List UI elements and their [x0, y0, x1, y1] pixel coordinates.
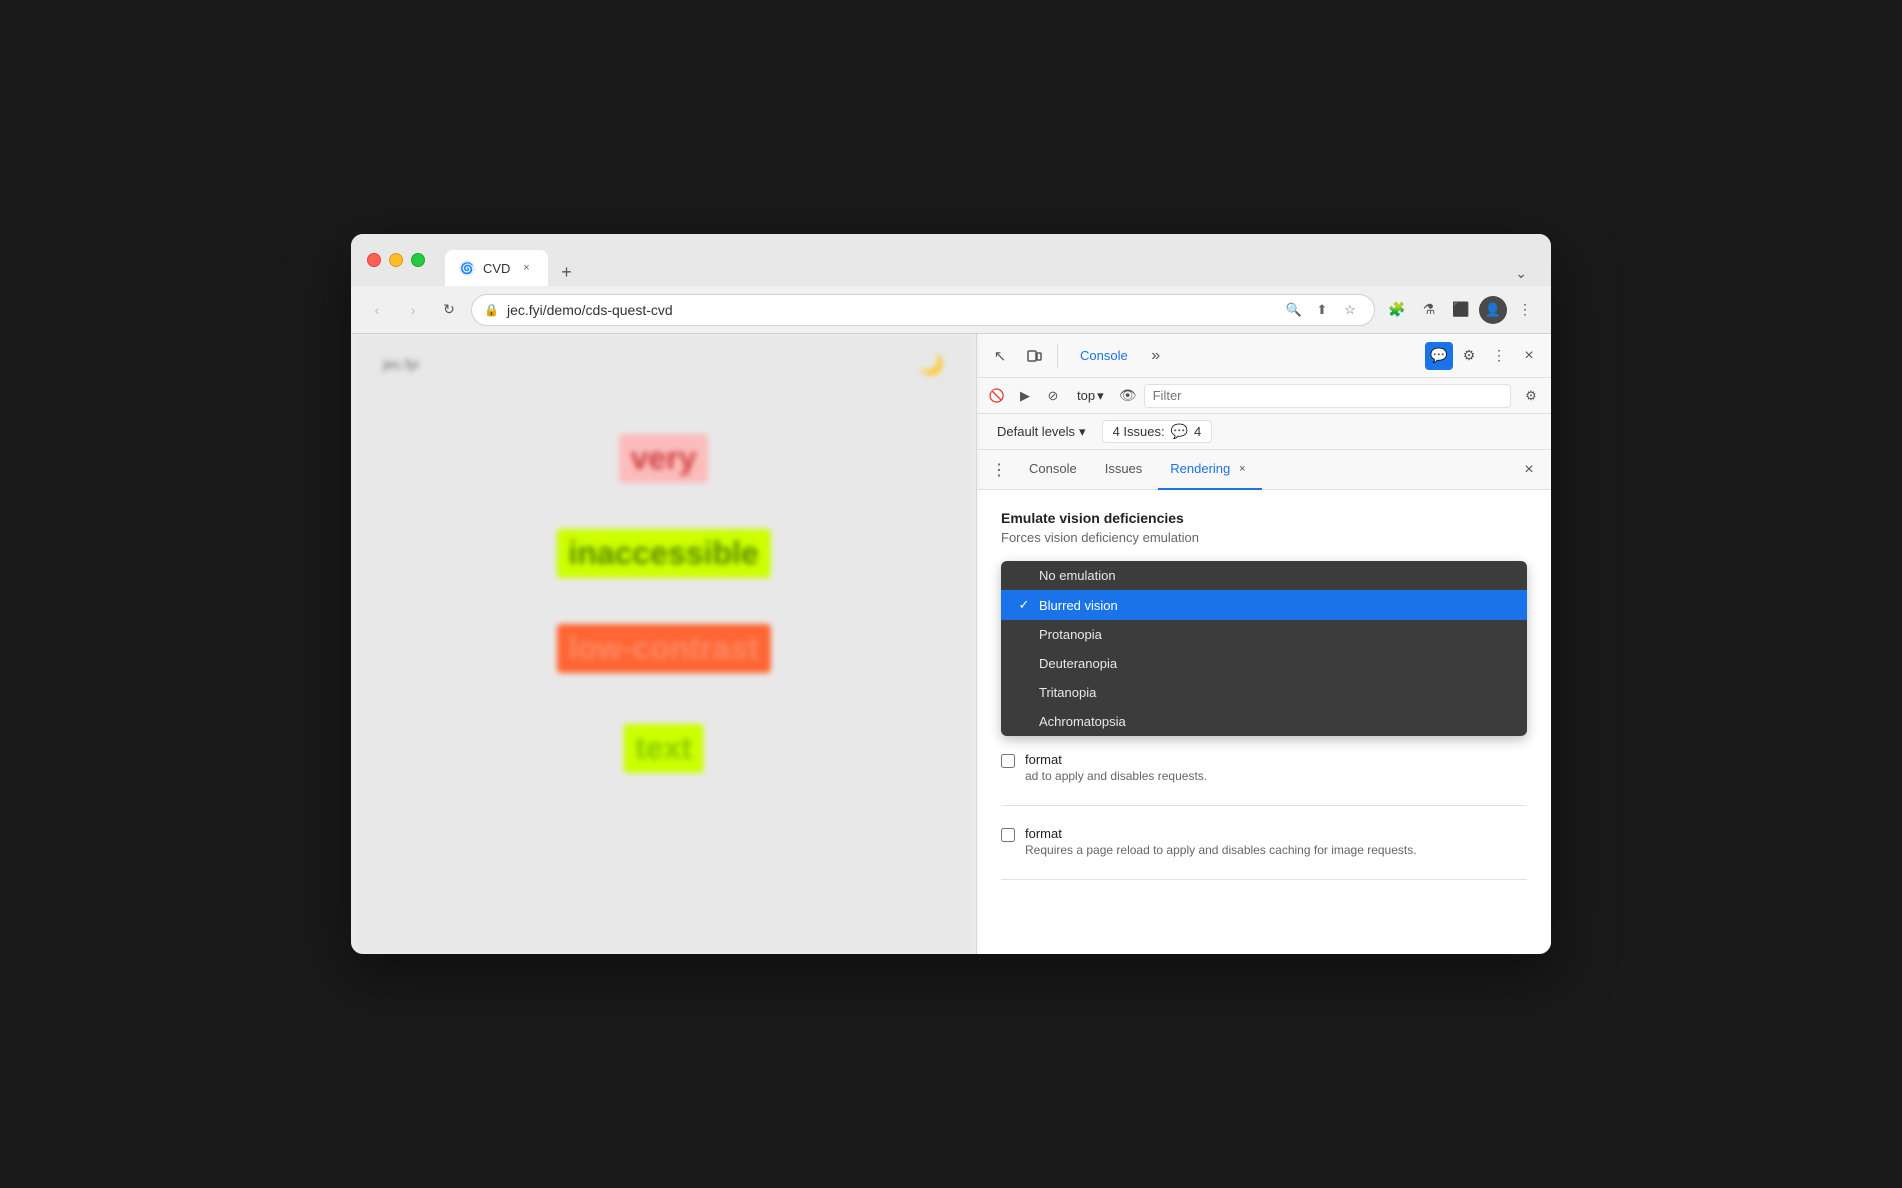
issues-bar: Default levels ▾ 4 Issues: 💬 4: [977, 414, 1551, 450]
checkbox-1-text: format ad to apply and disables requests…: [1025, 752, 1207, 785]
page-content: jec.fyi 🌙 very inaccessible low-contrast…: [351, 334, 976, 954]
issues-count-badge[interactable]: 4 Issues: 💬 4: [1102, 420, 1213, 443]
devtools-panel: ↖ Console » 💬 ⚙ ⋮: [976, 334, 1551, 954]
clear-console-button[interactable]: 🚫: [985, 384, 1009, 408]
issues-number: 4: [1194, 424, 1201, 439]
sub-tab-rendering[interactable]: Rendering ×: [1158, 450, 1262, 490]
vision-deficiencies-title: Emulate vision deficiencies: [1001, 510, 1527, 526]
sub-tabs-bar: ⋮ Console Issues Rendering × ×: [977, 450, 1551, 490]
toolbar-separator: [1057, 344, 1058, 368]
nav-right-buttons: 🧩 ⚗ ⬛ 👤 ⋮: [1383, 296, 1539, 324]
browser-window: 🌀 CVD × + ⌄ ‹ › ↻ 🔒 jec.fyi/demo/cds-que…: [351, 234, 1551, 954]
tab-close-button[interactable]: ×: [518, 260, 534, 276]
more-tabs-button[interactable]: »: [1142, 342, 1170, 370]
dropdown-option-blurred-vision[interactable]: ✓ Blurred vision: [1001, 590, 1527, 620]
eye-button[interactable]: 👁: [1116, 384, 1140, 408]
checkbox-2-text: format Requires a page reload to apply a…: [1025, 826, 1417, 859]
title-bar: 🌀 CVD × + ⌄: [351, 234, 1551, 286]
dropdown-option-protanopia[interactable]: Protanopia: [1001, 620, 1527, 649]
top-context-select[interactable]: top ▾: [1069, 386, 1112, 406]
traffic-lights: [367, 253, 425, 267]
new-tab-button[interactable]: +: [552, 258, 580, 286]
navigation-bar: ‹ › ↻ 🔒 jec.fyi/demo/cds-quest-cvd 🔍 ⬆ ☆…: [351, 286, 1551, 334]
message-button[interactable]: 💬: [1425, 342, 1453, 370]
checkbox-row-2: format Requires a page reload to apply a…: [1001, 826, 1527, 859]
inspect-element-button[interactable]: ↖: [985, 341, 1015, 371]
devtools-main-tabs: Console »: [1066, 342, 1421, 370]
split-view-icon[interactable]: ⬛: [1447, 296, 1475, 324]
sub-tab-issues[interactable]: Issues: [1093, 450, 1155, 490]
checkbox-2-desc: Requires a page reload to apply and disa…: [1025, 841, 1417, 859]
lock-icon: 🔒: [484, 303, 499, 317]
moon-icon: 🌙: [919, 352, 944, 377]
sub-tab-console[interactable]: Console: [1017, 450, 1089, 490]
top-dropdown-arrow: ▾: [1097, 388, 1104, 404]
top-context-label: top: [1077, 388, 1095, 403]
dropdown-option-tritanopia[interactable]: Tritanopia: [1001, 678, 1527, 707]
issues-icon: 💬: [1171, 423, 1188, 440]
address-actions: 🔍 ⬆ ☆: [1282, 298, 1362, 322]
checkbox-2-label: format: [1025, 826, 1417, 841]
run-button[interactable]: ▶: [1013, 384, 1037, 408]
device-toggle-button[interactable]: [1019, 341, 1049, 371]
settings-button[interactable]: ⚙: [1455, 342, 1483, 370]
text-inaccessible: inaccessible: [556, 529, 770, 578]
checkbox-1-label: format: [1025, 752, 1207, 767]
devtools-toolbar: ↖ Console » 💬 ⚙ ⋮: [977, 334, 1551, 378]
dropdown-option-deuteranopia[interactable]: Deuteranopia: [1001, 649, 1527, 678]
extensions-icon[interactable]: 🧩: [1383, 296, 1411, 324]
text-low-contrast: low-contrast: [556, 624, 770, 673]
search-icon[interactable]: 🔍: [1282, 298, 1306, 322]
checkbox-1[interactable]: [1001, 754, 1015, 768]
sub-tabs-close-button[interactable]: ×: [1515, 456, 1543, 484]
rendering-tab-close[interactable]: ×: [1234, 461, 1250, 477]
default-levels-button[interactable]: Default levels ▾: [989, 422, 1094, 442]
checkbox-section-1: format ad to apply and disables requests…: [1001, 752, 1527, 806]
dropdown-option-achromatopsia[interactable]: Achromatopsia: [1001, 707, 1527, 736]
vision-deficiencies-desc: Forces vision deficiency emulation: [1001, 530, 1527, 545]
minimize-traffic-light[interactable]: [389, 253, 403, 267]
lab-icon[interactable]: ⚗: [1415, 296, 1443, 324]
bookmark-icon[interactable]: ☆: [1338, 298, 1362, 322]
vision-dropdown-open: No emulation ✓ Blurred vision Protanopia: [1001, 561, 1527, 736]
close-traffic-light[interactable]: [367, 253, 381, 267]
share-icon[interactable]: ⬆: [1310, 298, 1334, 322]
checkbox-1-desc: ad to apply and disables requests.: [1025, 767, 1207, 785]
devtools-close-button[interactable]: ×: [1515, 342, 1543, 370]
console-toolbar: 🚫 ▶ ⊘ top ▾ 👁 ⚙: [977, 378, 1551, 414]
rendering-content: Emulate vision deficiencies Forces visio…: [977, 490, 1551, 954]
menu-icon[interactable]: ⋮: [1511, 296, 1539, 324]
forward-button[interactable]: ›: [399, 296, 427, 324]
console-tab[interactable]: Console: [1066, 342, 1142, 369]
page-logo: jec.fyi: [383, 356, 419, 372]
device-icon: [1026, 348, 1042, 364]
tab-menu-button[interactable]: ⌄: [1507, 261, 1535, 286]
profile-button[interactable]: 👤: [1479, 296, 1507, 324]
main-area: jec.fyi 🌙 very inaccessible low-contrast…: [351, 334, 1551, 954]
vision-dropdown-container: No emulation ✓ Blurred vision Protanopia: [1001, 561, 1527, 736]
maximize-traffic-light[interactable]: [411, 253, 425, 267]
active-tab[interactable]: 🌀 CVD ×: [445, 250, 548, 286]
block-button[interactable]: ⊘: [1041, 384, 1065, 408]
checkbox-2[interactable]: [1001, 828, 1015, 842]
filter-input[interactable]: [1144, 384, 1511, 408]
devtools-right-actions: 💬 ⚙ ⋮ ×: [1425, 342, 1543, 370]
text-text: text: [623, 724, 704, 773]
address-bar[interactable]: 🔒 jec.fyi/demo/cds-quest-cvd 🔍 ⬆ ☆: [471, 294, 1375, 326]
url-text: jec.fyi/demo/cds-quest-cvd: [507, 302, 1274, 318]
checkbox-section-2: format Requires a page reload to apply a…: [1001, 826, 1527, 880]
tabs-bar: 🌀 CVD × + ⌄: [445, 234, 1535, 286]
sub-tab-more-button[interactable]: ⋮: [985, 456, 1013, 484]
back-button[interactable]: ‹: [363, 296, 391, 324]
more-options-button[interactable]: ⋮: [1485, 342, 1513, 370]
refresh-button[interactable]: ↻: [435, 296, 463, 324]
dropdown-option-no-emulation[interactable]: No emulation: [1001, 561, 1527, 590]
tab-title: CVD: [483, 261, 510, 276]
tab-favicon: 🌀: [459, 260, 475, 276]
checkbox-row-1: format ad to apply and disables requests…: [1001, 752, 1527, 785]
console-settings-button[interactable]: ⚙: [1519, 384, 1543, 408]
text-very: very: [619, 434, 709, 483]
issues-count-text: 4 Issues:: [1113, 424, 1165, 439]
